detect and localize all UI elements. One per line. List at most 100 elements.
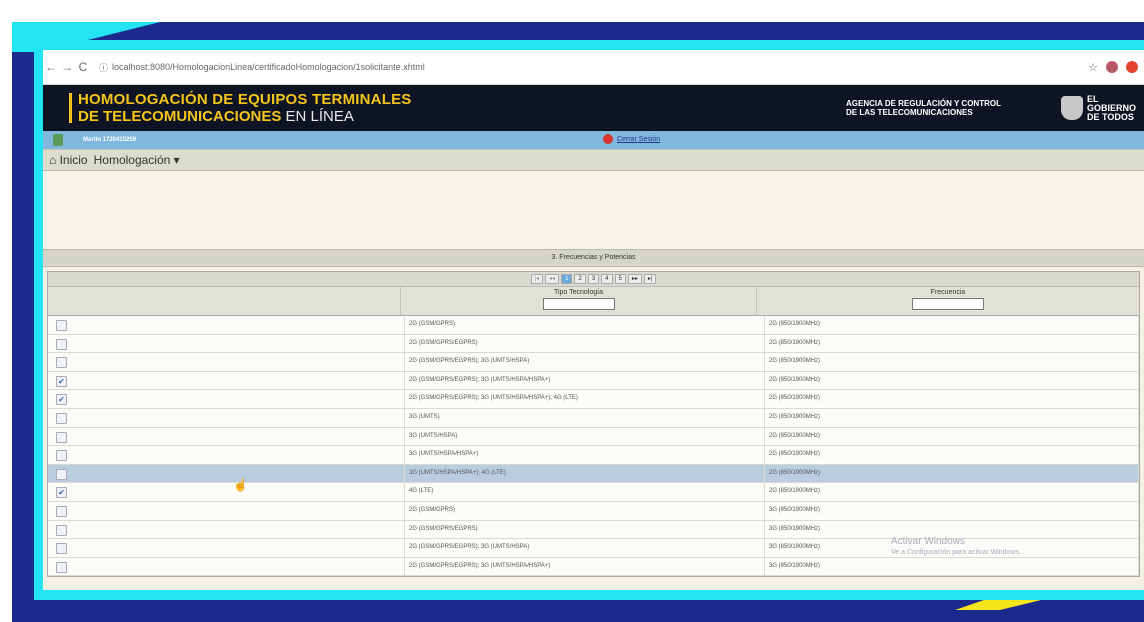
address-bar[interactable]: ⓘ localhost:8080/HomologacionLinea/certi…	[99, 61, 425, 74]
tipo-tecnologia-cell: 2G (GSM/GPRS/EGPRS); 3G (UMTS/HSPA)	[405, 353, 765, 371]
row-checkbox[interactable]	[56, 412, 67, 424]
table-header: Tipo Tecnología Frecuencia	[48, 286, 1139, 316]
agency-line1: AGENCIA DE REGULACIÓN Y CONTROL	[846, 99, 1001, 108]
site-info-icon[interactable]: ⓘ	[99, 61, 108, 74]
main-menu: ⌂ Inicio Homologación ▾	[43, 149, 1144, 171]
page-5-button[interactable]: 5	[614, 274, 626, 284]
table-row[interactable]: 3G (UMTS) 2G (850/1900MHz)	[48, 408, 1139, 428]
app-title-line2-light: EN LÍNEA	[285, 108, 354, 125]
extension-icon[interactable]	[1126, 61, 1138, 73]
checked-checkbox[interactable]: ✔	[56, 394, 67, 406]
column-header-select	[48, 287, 401, 315]
checked-checkbox[interactable]: ✔	[56, 375, 67, 387]
browser-bar: ← → C ⓘ localhost:8080/HomologacionLinea…	[43, 50, 1144, 85]
frecuencia-cell: 3G (850/1900MHz)	[765, 557, 1139, 576]
first-page-button[interactable]: |◂	[530, 274, 544, 284]
select-cell: ✔	[48, 390, 405, 408]
header-accent-bar	[69, 93, 72, 123]
government-logo-text: EL GOBIERNO DE TODOS	[1087, 94, 1136, 122]
table-row[interactable]: ✔ 4G (LTE) 2G (850/1900MHz)	[48, 483, 1139, 502]
page-3-button[interactable]: 3	[587, 274, 600, 284]
page-2-button[interactable]: 2	[574, 274, 586, 284]
table-row[interactable]: 2G (GSM/GPRS) 3G (850/1900MHz)	[48, 501, 1139, 521]
next-page-button[interactable]: ▸▸	[627, 274, 642, 284]
row-checkbox[interactable]	[56, 524, 67, 536]
url-text[interactable]: localhost:8080/HomologacionLinea/certifi…	[112, 62, 425, 72]
tipo-tecnologia-cell: 2G (GSM/GPRS/EGPRS); 3G (UMTS/HSPA/HSPA+…	[405, 371, 765, 390]
agency-logo-text: AGENCIA DE REGULACIÓN Y CONTROL DE LAS T…	[846, 99, 1001, 117]
select-cell	[48, 334, 405, 353]
row-checkbox[interactable]	[56, 357, 67, 369]
checked-checkbox[interactable]: ✔	[56, 487, 67, 499]
tipo-tecnologia-cell: 3G (UMTS)	[405, 408, 765, 427]
row-checkbox[interactable]	[56, 468, 67, 480]
row-checkbox[interactable]	[56, 543, 67, 555]
frecuencia-cell: 2G (850/1900MHz)	[765, 334, 1139, 353]
last-page-button[interactable]: ▸|	[643, 274, 657, 284]
row-checkbox[interactable]	[56, 561, 67, 573]
reload-icon[interactable]: C	[75, 60, 91, 74]
row-checkbox[interactable]	[56, 505, 67, 517]
table-row[interactable]: 3G (UMTS/HSPA) 2G (850/1900MHz)	[48, 427, 1139, 447]
table-row[interactable]: ✔ 2G (GSM/GPRS/EGPRS); 3G (UMTS/HSPA/HSPA…	[48, 390, 1139, 409]
tipo-tecnologia-cell: 2G (GSM/GPRS/EGPRS)	[405, 334, 765, 353]
frecuencia-cell: 2G (850/1900MHz)	[765, 316, 1139, 334]
frecuencia-cell: 2G (850/1900MHz)	[765, 483, 1139, 501]
tipo-tecnologia-cell: 4G (LTE)	[405, 483, 765, 501]
frecuencia-cell: 2G (850/1900MHz)	[765, 464, 1139, 483]
app-title-line2-bold: DE TELECOMUNICACIONES	[78, 108, 282, 125]
government-logo: EL GOBIERNO DE TODOS	[1060, 94, 1136, 122]
select-cell: ✔	[48, 483, 405, 501]
select-cell: ✔	[48, 371, 405, 390]
logout-link[interactable]: Cerrar Sesión	[603, 134, 660, 144]
column-label-tipo: Tipo Tecnología	[553, 289, 604, 296]
bookmark-star-icon[interactable]: ☆	[1088, 61, 1098, 74]
frecuencia-cell: 3G (850/1900MHz)	[765, 501, 1139, 520]
app-title-line2: DE TELECOMUNICACIONES EN LÍNEA	[78, 108, 411, 125]
logout-icon[interactable]	[603, 134, 613, 144]
select-cell	[48, 353, 405, 371]
user-name: Martín 1720415259	[83, 137, 137, 143]
page-4-button[interactable]: 4	[601, 274, 613, 284]
table-row[interactable]: 2G (GSM/GPRS/EGPRS) 2G (850/1900MHz)	[48, 334, 1139, 354]
tipo-tecnologia-cell: 2G (GSM/GPRS)	[405, 316, 765, 334]
table-row[interactable]: ✔ 2G (GSM/GPRS/EGPRS); 3G (UMTS/HSPA/HSPA…	[48, 371, 1139, 391]
row-checkbox[interactable]	[56, 320, 67, 331]
menu-item-homologacion[interactable]: Homologación ▾	[94, 153, 180, 167]
frecuencia-cell: 2G (850/1900MHz)	[765, 408, 1139, 427]
row-checkbox[interactable]	[56, 338, 67, 350]
coat-of-arms-icon	[1060, 96, 1083, 120]
tipo-filter-input[interactable]	[542, 298, 615, 310]
logout-label[interactable]: Cerrar Sesión	[617, 136, 660, 143]
table-row[interactable]: 3G (UMTS/HSPA/HSPA+) 2G (850/1900MHz)	[48, 446, 1139, 465]
screen: ← → C ⓘ localhost:8080/HomologacionLinea…	[43, 50, 1144, 590]
section-title: 3. Frecuencias y Potencias	[43, 249, 1144, 267]
back-icon[interactable]: ←	[43, 60, 59, 74]
profile-avatar-icon[interactable]	[1106, 61, 1118, 73]
table-row[interactable]: 2G (GSM/GPRS) 2G (850/1900MHz)	[48, 316, 1139, 335]
frecuencia-cell: 2G (850/1900MHz)	[765, 390, 1139, 408]
watermark-line2: Ve a Configuración para activar Windows.	[891, 549, 1021, 556]
frecuencia-filter-input[interactable]	[912, 298, 984, 310]
table-row[interactable]: 2G (GSM/GPRS/EGPRS); 3G (UMTS/HSPA) 2G (8…	[48, 353, 1139, 372]
tipo-tecnologia-cell: 2G (GSM/GPRS/EGPRS); 3G (UMTS/HSPA/HSPA+…	[405, 557, 765, 576]
select-cell	[48, 316, 405, 334]
table-row[interactable]: 3G (UMTS/HSPA/HSPA+); 4G (LTE) 2G (850/19…	[48, 464, 1139, 484]
app-title-line1: HOMOLOGACIÓN DE EQUIPOS TERMINALES	[78, 91, 412, 108]
row-checkbox[interactable]	[56, 450, 67, 462]
tipo-tecnologia-cell: 3G (UMTS/HSPA/HSPA+)	[405, 446, 765, 464]
paginator: |◂ ◂◂ 1 2 3 4 5 ▸▸ ▸|	[48, 272, 1139, 286]
prev-page-button[interactable]: ◂◂	[545, 274, 560, 284]
tipo-tecnologia-cell: 2G (GSM/GPRS/EGPRS); 3G (UMTS/HSPA)	[405, 539, 765, 557]
row-checkbox[interactable]	[56, 431, 67, 443]
table-row[interactable]: 2G (GSM/GPRS/EGPRS); 3G (UMTS/HSPA/HSPA+…	[48, 557, 1139, 577]
select-cell	[48, 501, 405, 520]
hand-cursor-icon: ☝	[233, 478, 248, 492]
frequency-table: |◂ ◂◂ 1 2 3 4 5 ▸▸ ▸| Tipo Tecnología Fr…	[47, 271, 1140, 578]
forward-icon[interactable]: →	[59, 60, 75, 74]
menu-item-inicio[interactable]: ⌂ Inicio	[49, 153, 88, 167]
frecuencia-cell: 2G (850/1900MHz)	[765, 446, 1139, 464]
page-1-button[interactable]: 1	[561, 274, 573, 284]
column-label-frecuencia: Frecuencia	[930, 289, 966, 296]
frecuencia-cell: 2G (850/1900MHz)	[765, 427, 1139, 446]
